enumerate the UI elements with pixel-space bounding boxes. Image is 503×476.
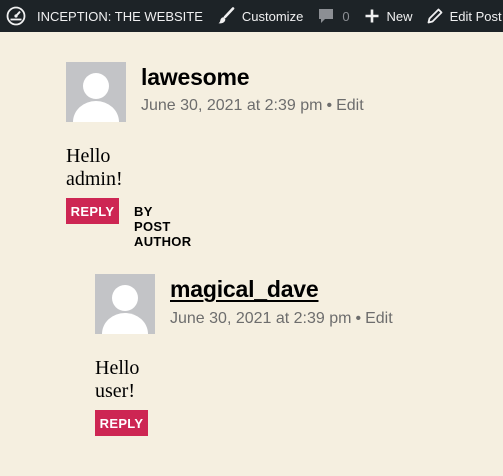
- comment-author-link[interactable]: magical_dave: [170, 276, 319, 303]
- avatar: [95, 274, 155, 334]
- meta-separator: •: [326, 97, 333, 114]
- edit-comment-link[interactable]: Edit: [365, 310, 393, 327]
- site-name-label: INCEPTION: THE WEBSITE: [37, 8, 203, 24]
- avatar: [66, 62, 126, 122]
- plus-icon: [364, 8, 380, 24]
- comments-link[interactable]: 0: [310, 0, 356, 32]
- comments-count: 0: [342, 8, 350, 24]
- edit-post-link[interactable]: Edit Post: [420, 0, 503, 32]
- new-content-link[interactable]: New: [357, 0, 420, 32]
- comment-text: Hello user!: [95, 357, 140, 402]
- paintbrush-icon: [217, 7, 235, 25]
- default-avatar-icon: [66, 62, 126, 122]
- reply-button[interactable]: REPLY: [95, 410, 148, 436]
- comment-date-link[interactable]: June 30, 2021 at 2:39 pm: [170, 310, 351, 327]
- new-label: New: [386, 8, 413, 24]
- site-name-link[interactable]: INCEPTION: THE WEBSITE: [30, 0, 210, 32]
- dashboard-icon: [6, 6, 26, 26]
- comment-bubble-icon: [317, 7, 335, 25]
- comment-author[interactable]: lawesome: [141, 64, 250, 91]
- edit-comment-link[interactable]: Edit: [336, 97, 364, 114]
- customize-label: Customize: [241, 8, 304, 24]
- comment-date-link[interactable]: June 30, 2021 at 2:39 pm: [141, 97, 322, 114]
- comment-text: Hello admin!: [66, 145, 123, 190]
- pencil-icon: [427, 8, 443, 24]
- post-author-badge: BY POST AUTHOR: [134, 204, 192, 249]
- admin-bar: INCEPTION: THE WEBSITE Customize 0 New E…: [0, 0, 503, 32]
- customize-link[interactable]: Customize: [210, 0, 310, 32]
- wordpress-menu[interactable]: [0, 0, 30, 32]
- default-avatar-icon: [95, 274, 155, 334]
- meta-separator: •: [355, 310, 362, 327]
- reply-button[interactable]: REPLY: [66, 198, 119, 224]
- comment-meta: June 30, 2021 at 2:39 pm • Edit: [141, 97, 364, 115]
- comment-meta: June 30, 2021 at 2:39 pm • Edit: [170, 310, 393, 328]
- edit-post-label: Edit Post: [449, 8, 502, 24]
